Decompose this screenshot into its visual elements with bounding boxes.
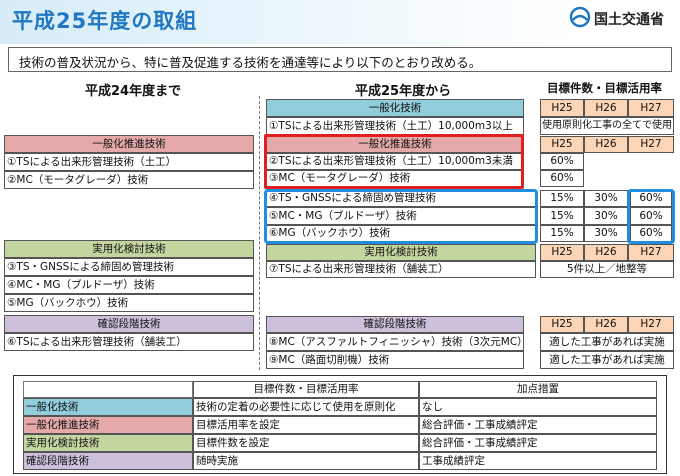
intro-text: 技術の普及状況から、特に普及促進する技術を通達等により以下のとおり改める。 — [8, 47, 672, 72]
legend-corner — [23, 381, 193, 398]
year-header-h25: H25 — [540, 136, 584, 153]
rate-cell: 15% — [540, 225, 584, 242]
right-confirm-item: ⑧MC（アスファルトフィニッシャ）技術（3次元MC） — [266, 333, 524, 351]
right-general-header: 一般化技術 — [266, 99, 524, 117]
legend-row-extra: なし — [419, 398, 657, 416]
legend-row-target: 技術の定着の必要性に応じて使用を原則化 — [193, 398, 419, 416]
right-general-note: 使用原則化工事の全てで使用 — [540, 117, 674, 135]
right-column-title: 平成25年度から — [355, 84, 452, 99]
left-column-title: 平成24年度まで — [85, 84, 182, 99]
legend-row-target: 目標活用率を設定 — [193, 416, 419, 434]
year-header-h27: H27 — [628, 136, 674, 153]
target-column-title: 目標件数・目標活用率 — [547, 81, 662, 95]
rate-cell: 30% — [584, 207, 628, 225]
left-promo-item: ①TSによる出来形管理技術（土工） — [4, 153, 254, 171]
ministry-name: 国土交通省 — [594, 12, 664, 28]
year-header-h25: H25 — [540, 99, 584, 117]
right-confirm-note: 適した工事があれば実施 — [540, 333, 674, 351]
rate-cell: 30% — [584, 225, 628, 242]
rate-cell: 30% — [584, 190, 628, 207]
year-header-h26: H26 — [584, 316, 628, 333]
left-confirm-item: ⑥TSによる出来形管理技術（舗装工） — [4, 333, 254, 351]
left-promo-header: 一般化推進技術 — [4, 135, 254, 153]
year-header-h26: H26 — [584, 244, 628, 261]
legend-row-name: 一般化技術 — [23, 398, 193, 416]
ministry-logo-icon — [569, 6, 591, 28]
legend-row-extra: 工事成績評定 — [419, 452, 657, 470]
right-general-item: ①TSによる出来形管理技術（土工）10,000m3以上 — [266, 117, 524, 135]
right-practical-note: 5件以上／地整等 — [540, 261, 674, 278]
year-header-h27: H27 — [628, 244, 674, 261]
legend-col-target: 目標件数・目標活用率 — [193, 381, 419, 398]
legend-row-extra: 総合評価・工事成績評定 — [419, 416, 657, 434]
legend-row-target: 目標件数を設定 — [193, 434, 419, 452]
year-header-h27: H27 — [628, 316, 674, 333]
year-header-h25: H25 — [540, 316, 584, 333]
right-practical-item: ⑦TSによる出来形管理技術（舗装工） — [266, 261, 536, 278]
legend-row-name: 一般化推進技術 — [23, 416, 193, 434]
legend-row-name: 実用化検討技術 — [23, 434, 193, 452]
year-header-h27: H27 — [628, 99, 674, 117]
rate-cell: 15% — [540, 207, 584, 225]
right-practical-header: 実用化検討技術 — [266, 244, 536, 261]
left-practical-header: 実用化検討技術 — [4, 240, 254, 258]
year-header-h26: H26 — [584, 99, 628, 117]
highlight-blue-frame-h27 — [627, 189, 675, 244]
left-practical-item: ④MC・MG（ブルドーザ）技術 — [4, 276, 254, 294]
rate-cell: 15% — [540, 190, 584, 207]
right-confirm-note: 適した工事があれば実施 — [540, 351, 674, 369]
rate-cell: 60% — [540, 170, 584, 187]
left-promo-item: ②MC（モータグレーダ）技術 — [4, 171, 254, 189]
right-confirm-header: 確認段階技術 — [266, 316, 524, 333]
highlight-red-frame — [264, 134, 524, 189]
left-confirm-header: 確認段階技術 — [4, 315, 254, 333]
year-header-h26: H26 — [584, 136, 628, 153]
legend-col-extra: 加点措置 — [419, 381, 657, 398]
left-practical-item: ⑤MG（バックホウ）技術 — [4, 294, 254, 312]
legend-row-name: 確認段階技術 — [23, 452, 193, 470]
legend-row-extra: 総合評価・工事成績評定 — [419, 434, 657, 452]
legend-row-target: 随時実施 — [193, 452, 419, 470]
page-title: 平成25年度の取組 — [12, 9, 198, 33]
highlight-blue-frame — [264, 189, 538, 244]
year-header-h25: H25 — [540, 244, 584, 261]
left-practical-item: ③TS・GNSSによる締固め管理技術 — [4, 258, 254, 276]
rate-cell: 60% — [540, 153, 584, 170]
right-confirm-item: ⑨MC（路面切削機）技術 — [266, 351, 524, 369]
column-divider — [259, 96, 260, 370]
